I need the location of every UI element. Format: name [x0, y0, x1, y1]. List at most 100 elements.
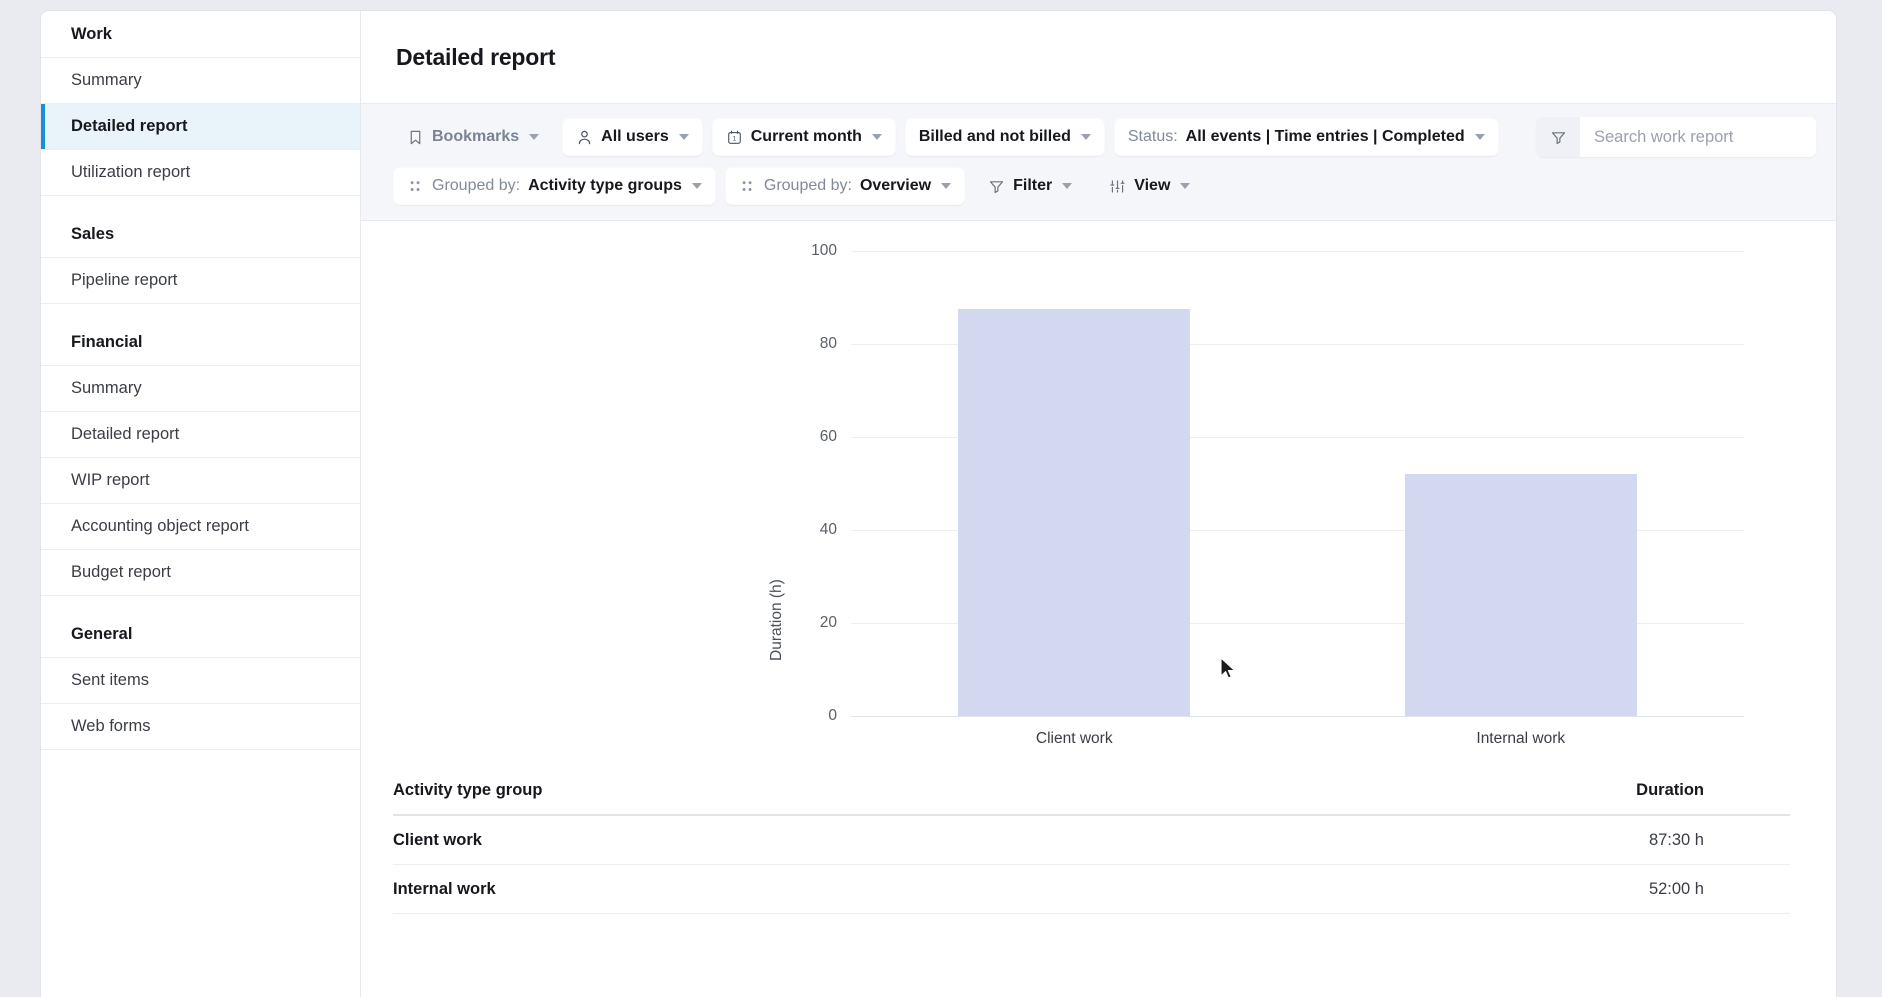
search-input[interactable]	[1580, 117, 1816, 157]
chip-prefix: Grouped by:	[432, 177, 521, 194]
toolbar-row-primary: Bookmarks All users 1 Current month Billed a…	[393, 117, 1816, 157]
chip-label: All users	[601, 128, 669, 145]
grouped-by-overview-chip[interactable]: Grouped by: Overview	[724, 167, 966, 205]
column-header-activity-type-group[interactable]: Activity type group	[393, 781, 542, 800]
filter-toolbar: Bookmarks All users 1 Current month Billed a…	[361, 104, 1836, 221]
chevron-down-icon[interactable]	[678, 134, 689, 140]
sidebar-item-summary[interactable]: Summary	[41, 366, 360, 412]
all-users-chip[interactable]: All users	[562, 118, 703, 156]
chevron-down-icon[interactable]	[529, 134, 540, 140]
chip-label: Filter	[1013, 177, 1053, 194]
cell-duration: 87:30 h	[1648, 830, 1704, 849]
sidebar-item-label: Pipeline report	[71, 271, 178, 289]
chip-label: Overview	[859, 177, 932, 194]
grid-icon	[407, 178, 424, 195]
chevron-down-icon[interactable]	[871, 134, 882, 140]
chip-label: Bookmarks	[432, 128, 520, 145]
sidebar-nav: Work Summary Detailed report Utilization re…	[41, 11, 361, 997]
chart-y-tick-label: 80	[819, 335, 837, 352]
chart-bar[interactable]	[958, 309, 1191, 716]
chevron-down-icon[interactable]	[1474, 134, 1485, 140]
sidebar-item-summary[interactable]: Summary	[41, 58, 360, 104]
chart-x-tick-label: Client work	[1035, 730, 1113, 747]
sidebar-section-gap	[41, 596, 360, 611]
user-icon	[576, 129, 593, 146]
chart-plot-area: 0 20 40 60 80 100 Client work Internal work	[811, 242, 1744, 747]
chevron-down-icon[interactable]	[1080, 134, 1091, 140]
date-range-chip[interactable]: 1 Current month	[711, 118, 896, 156]
sidebar-section-header-general: General	[41, 611, 360, 658]
chevron-down-icon[interactable]	[691, 183, 702, 189]
sidebar-item-label: Summary	[71, 71, 142, 89]
page-title: Detailed report	[396, 43, 556, 70]
chevron-down-icon[interactable]	[1180, 183, 1191, 189]
chart-bar[interactable]	[1404, 474, 1637, 716]
sidebar-item-label: Summary	[71, 379, 142, 397]
view-chip[interactable]: View	[1095, 167, 1204, 205]
chip-label: Current month	[750, 128, 862, 145]
svg-text:1: 1	[732, 135, 736, 142]
chip-prefix: Status:	[1127, 128, 1178, 145]
chart-y-tick-label: 0	[828, 707, 837, 724]
sidebar-item-detailed-report[interactable]: Detailed report	[41, 104, 360, 150]
chart-y-tick-label: 40	[819, 521, 837, 538]
grouped-by-activity-chip[interactable]: Grouped by: Activity type groups	[393, 167, 716, 205]
funnel-icon	[988, 178, 1005, 195]
chevron-down-icon[interactable]	[941, 183, 952, 189]
sidebar-item-accounting-object-report[interactable]: Accounting object report	[41, 504, 360, 550]
activity-type-table: Activity type group Duration Client work 87…	[393, 766, 1790, 914]
chip-label: Activity type groups	[528, 177, 682, 194]
cell-duration: 52:00 h	[1648, 879, 1704, 898]
report-content: Duration (h) 0 20 40 60 80 100 Client work Inte…	[361, 221, 1836, 997]
sidebar-item-label: Detailed report	[71, 117, 188, 135]
chart-y-tick-label: 60	[819, 428, 837, 445]
sidebar-section-header-financial: Financial	[41, 319, 360, 366]
page-header: Detailed report	[361, 11, 1836, 104]
chip-prefix: Grouped by:	[763, 177, 852, 194]
duration-bar-chart: Duration (h) 0 20 40 60 80 100 Client work Inte…	[361, 221, 1790, 766]
sidebar-item-label: Budget report	[71, 563, 171, 581]
chevron-down-icon[interactable]	[1062, 183, 1073, 189]
sidebar-item-budget-report[interactable]: Budget report	[41, 550, 360, 596]
sidebar-section-gap	[41, 196, 360, 211]
search-container	[1536, 117, 1816, 157]
bookmark-icon	[407, 129, 424, 146]
status-chip[interactable]: Status: All events | Time entries | Compl…	[1113, 118, 1499, 156]
sidebar-item-label: WIP report	[71, 471, 150, 489]
search-filter-button[interactable]	[1536, 117, 1580, 157]
sidebar-item-web-forms[interactable]: Web forms	[41, 704, 360, 750]
sidebar-item-sent-items[interactable]: Sent items	[41, 658, 360, 704]
table-row[interactable]: Internal work 52:00 h	[393, 865, 1790, 914]
table-header-row: Activity type group Duration	[393, 766, 1790, 816]
chip-label: View	[1134, 177, 1171, 194]
toolbar-row-secondary: Grouped by: Activity type groups Grouped b…	[393, 167, 1816, 205]
chart-gridline	[851, 716, 1744, 717]
bookmarks-chip[interactable]: Bookmarks	[393, 118, 553, 156]
sidebar-item-utilization-report[interactable]: Utilization report	[41, 150, 360, 196]
sidebar-item-label: Accounting object report	[71, 517, 249, 535]
funnel-icon	[1550, 129, 1567, 146]
sidebar-item-wip-report[interactable]: WIP report	[41, 458, 360, 504]
chip-label: All events | Time entries | Completed	[1185, 128, 1465, 145]
chip-label: Billed and not billed	[918, 128, 1071, 145]
cell-activity-type-group: Client work	[393, 830, 482, 849]
grid-icon	[739, 178, 756, 195]
chart-gridline	[851, 251, 1744, 252]
filter-chip[interactable]: Filter	[974, 167, 1086, 205]
sidebar-section-header-sales: Sales	[41, 211, 360, 258]
sidebar-section-gap	[41, 304, 360, 319]
sidebar-item-label: Detailed report	[71, 425, 180, 443]
app-window: Work Summary Detailed report Utilization re…	[41, 11, 1836, 997]
chart-x-tick-label: Internal work	[1476, 730, 1566, 747]
sidebar-section-header-work: Work	[41, 11, 360, 58]
table-row[interactable]: Client work 87:30 h	[393, 816, 1790, 865]
sliders-icon	[1109, 178, 1126, 195]
column-header-duration[interactable]: Duration	[1636, 781, 1790, 800]
sidebar-item-pipeline-report[interactable]: Pipeline report	[41, 258, 360, 304]
sidebar-item-detailed-report[interactable]: Detailed report	[41, 412, 360, 458]
chart-y-tick-label: 100	[811, 242, 837, 259]
sidebar-item-label: Sent items	[71, 671, 149, 689]
chart-y-axis-title: Duration (h)	[768, 579, 785, 661]
chart-y-tick-label: 20	[819, 614, 837, 631]
billing-status-chip[interactable]: Billed and not billed	[904, 118, 1105, 156]
